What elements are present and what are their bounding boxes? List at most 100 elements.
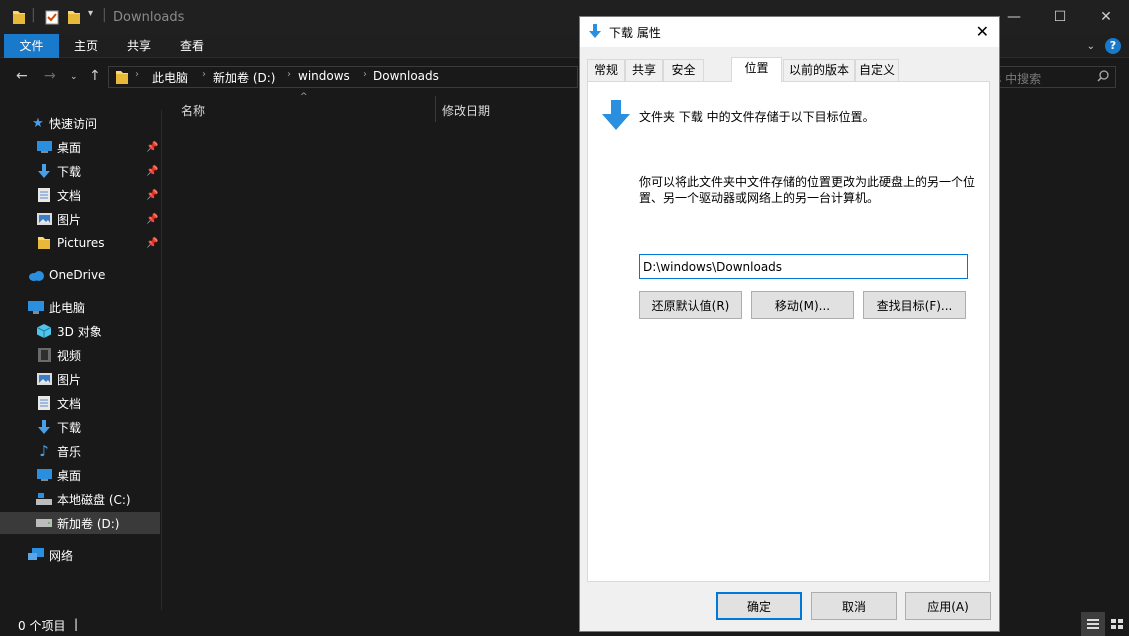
close-icon[interactable]: ✕ (976, 22, 989, 41)
nav-label: 文档 (57, 188, 82, 203)
desktop-icon (36, 468, 52, 482)
nav-videos[interactable]: 视频 (0, 344, 160, 366)
download-arrow-icon (589, 24, 601, 41)
pin-icon[interactable]: 📌 (146, 166, 158, 177)
properties-check-icon[interactable] (45, 9, 59, 28)
location-path-input[interactable] (639, 254, 968, 279)
nav-quick-desktop[interactable]: 桌面 📌 (0, 136, 160, 158)
search-placeholder: s 中搜索 (995, 72, 1042, 86)
move-button[interactable]: 移动(M)... (751, 291, 854, 319)
nav-label: 3D 对象 (57, 324, 102, 339)
window-controls: — ☐ ✕ (991, 0, 1129, 34)
navigation-pane: ★ 快速访问 桌面 📌 下载 📌 文档 📌 图片 📌 Pictures 📌 On… (0, 110, 162, 610)
nav-label: OneDrive (49, 268, 106, 282)
properties-dialog: 下载 属性 ✕ 常规 共享 安全 位置 以前的版本 自定义 文件夹 下载 中的文… (579, 16, 1000, 632)
ok-button[interactable]: 确定 (716, 592, 802, 620)
tab-customize[interactable]: 自定义 (855, 59, 899, 81)
column-divider[interactable] (435, 96, 436, 122)
video-icon (36, 348, 52, 362)
location-tab-panel: 文件夹 下载 中的文件存储于以下目标位置。 你可以将此文件夹中文件存储的位置更改… (587, 81, 990, 582)
nav-quick-pictures[interactable]: 图片 📌 (0, 208, 160, 230)
view-buttons (1081, 612, 1129, 636)
nav-pictures[interactable]: 图片 (0, 368, 160, 390)
restore-default-button[interactable]: 还原默认值(R) (639, 291, 742, 319)
tab-security[interactable]: 安全 (663, 59, 704, 81)
column-name[interactable]: 名称 (181, 102, 205, 119)
nav-quick-access[interactable]: ★ 快速访问 (0, 112, 160, 134)
nav-label: 图片 (57, 372, 82, 387)
recent-locations-chevron-icon[interactable]: ⌄ (70, 72, 78, 82)
tab-general[interactable]: 常规 (587, 59, 625, 81)
computer-icon (28, 300, 44, 314)
nav-drive-c[interactable]: 本地磁盘 (C:) (0, 488, 160, 510)
breadcrumb-windows[interactable]: windows (298, 69, 350, 83)
forward-arrow-icon[interactable]: → (44, 68, 56, 84)
nav-network[interactable]: 网络 (0, 544, 160, 566)
tab-file[interactable]: 文件 (4, 34, 59, 58)
separator-icon: | (102, 7, 107, 23)
breadcrumb-chevron-icon[interactable]: › (287, 69, 291, 80)
close-button[interactable]: ✕ (1083, 0, 1129, 34)
nav-drive-d[interactable]: 新加卷 (D:) (0, 512, 160, 534)
help-icon[interactable]: ? (1105, 38, 1121, 54)
column-date-modified[interactable]: 修改日期 (442, 102, 490, 119)
nav-desktop[interactable]: 桌面 (0, 464, 160, 486)
desktop-icon (36, 140, 52, 154)
nav-label: 桌面 (57, 468, 82, 483)
status-separator: | (74, 617, 79, 631)
breadcrumb-chevron-icon[interactable]: › (135, 69, 139, 80)
back-arrow-icon[interactable]: ← (16, 68, 28, 84)
nav-onedrive[interactable]: OneDrive (0, 264, 160, 286)
details-view-button[interactable] (1081, 612, 1105, 636)
nav-documents[interactable]: 文档 (0, 392, 160, 414)
column-headers: 名称 修改日期 (163, 96, 583, 122)
nav-downloads[interactable]: 下载 (0, 416, 160, 438)
nav-quick-pictures-folder[interactable]: Pictures 📌 (0, 232, 160, 254)
breadcrumb-downloads[interactable]: Downloads (373, 69, 439, 83)
nav-3d-objects[interactable]: 3D 对象 (0, 320, 160, 342)
breadcrumb-chevron-icon[interactable]: › (363, 69, 367, 80)
pin-icon[interactable]: 📌 (146, 142, 158, 153)
tab-sharing[interactable]: 共享 (625, 59, 663, 81)
download-arrow-icon (36, 164, 52, 178)
download-arrow-icon (602, 100, 630, 133)
nav-label: Pictures (57, 236, 105, 250)
cube-3d-icon (36, 324, 52, 338)
nav-label: 此电脑 (49, 300, 86, 315)
breadcrumb-drive-d[interactable]: 新加卷 (D:) (213, 69, 275, 86)
folder-icon (115, 69, 129, 88)
large-icons-view-button[interactable] (1105, 612, 1129, 636)
music-note-icon: ♪ (39, 442, 49, 460)
find-target-button[interactable]: 查找目标(F)... (863, 291, 966, 319)
address-bar[interactable]: › 此电脑 › 新加卷 (D:) › windows › Downloads (108, 66, 578, 88)
nav-music[interactable]: ♪ 音乐 (0, 440, 160, 462)
nav-quick-downloads[interactable]: 下载 📌 (0, 160, 160, 182)
nav-this-pc[interactable]: 此电脑 (0, 296, 160, 318)
expand-ribbon-icon[interactable]: ⌄ (1087, 41, 1095, 52)
dialog-titlebar: 下载 属性 ✕ (580, 17, 999, 47)
tab-location[interactable]: 位置 (731, 57, 782, 82)
location-description: 你可以将此文件夹中文件存储的位置更改为此硬盘上的另一个位置、另一个驱动器或网络上… (639, 175, 976, 205)
up-arrow-icon[interactable]: ↑ (89, 68, 101, 84)
nav-label: 音乐 (57, 444, 82, 459)
maximize-button[interactable]: ☐ (1037, 0, 1083, 34)
pin-icon[interactable]: 📌 (146, 238, 158, 249)
minimize-icon: — (1007, 9, 1021, 25)
cancel-button[interactable]: 取消 (811, 592, 897, 620)
breadcrumb-chevron-icon[interactable]: › (202, 69, 206, 80)
search-box[interactable]: s 中搜索 (994, 66, 1116, 88)
nav-quick-documents[interactable]: 文档 📌 (0, 184, 160, 206)
tab-previous-versions[interactable]: 以前的版本 (783, 59, 855, 81)
tab-share[interactable]: 共享 (119, 34, 159, 58)
nav-label: 下载 (57, 420, 82, 435)
apply-button[interactable]: 应用(A) (905, 592, 991, 620)
star-icon: ★ (32, 115, 44, 131)
pin-icon[interactable]: 📌 (146, 214, 158, 225)
tab-view[interactable]: 查看 (172, 34, 212, 58)
new-folder-icon[interactable] (67, 9, 81, 28)
quick-access-dropdown-icon[interactable]: ▾ (88, 8, 93, 19)
nav-label: 视频 (57, 348, 82, 363)
tab-home[interactable]: 主页 (66, 34, 106, 58)
breadcrumb-this-pc[interactable]: 此电脑 (152, 69, 188, 86)
pin-icon[interactable]: 📌 (146, 190, 158, 201)
